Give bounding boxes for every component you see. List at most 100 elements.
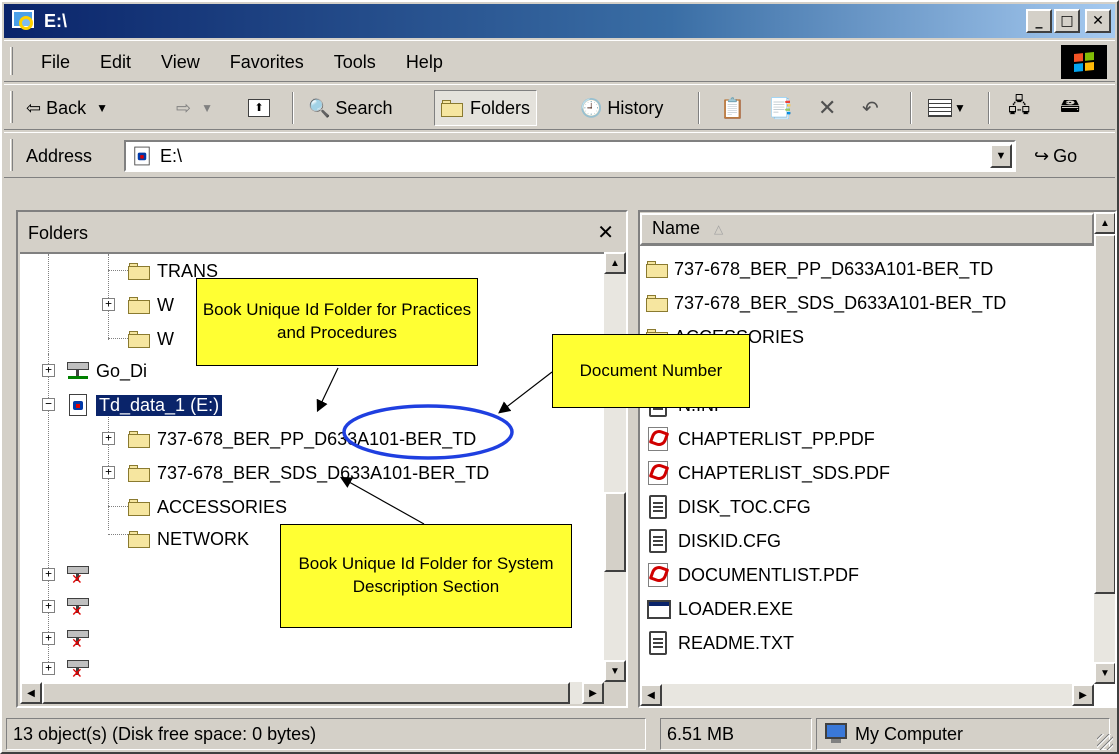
file-item[interactable]: DISK_TOC.CFG — [646, 490, 811, 524]
map-drive-button[interactable]: 🖧 — [1008, 85, 1030, 131]
forward-button[interactable]: ⇨ ▼ — [176, 85, 213, 131]
menu-help[interactable]: Help — [391, 52, 458, 73]
tree-item-disconnected-drive[interactable]: ✕ — [66, 654, 96, 682]
close-button[interactable]: ✕ — [1085, 9, 1111, 33]
undo-button[interactable]: ↶ — [862, 85, 879, 131]
file-list-pane: Name △ 737-678_BER_PP_D633A101-BER_TD 737… — [638, 210, 1117, 708]
expand-icon[interactable]: + — [102, 298, 115, 311]
tree-item-network[interactable]: NETWORK — [128, 524, 249, 554]
menu-favorites[interactable]: Favorites — [215, 52, 319, 73]
menu-view[interactable]: View — [146, 52, 215, 73]
folder-icon — [128, 530, 150, 548]
file-item[interactable]: DOCUMENTLIST.PDF — [646, 558, 859, 592]
tree-item-w1[interactable]: W — [128, 290, 174, 320]
map-drive-icon: 🖧 — [1008, 95, 1031, 117]
file-item[interactable]: 737-678_BER_PP_D633A101-BER_TD — [646, 252, 993, 286]
move-to-icon: 📋 — [720, 97, 745, 120]
go-button[interactable]: ↪ Go — [1034, 133, 1077, 179]
delete-button[interactable]: ✕ — [818, 85, 836, 131]
back-button[interactable]: ⇦ Back ▼ — [26, 85, 108, 131]
scroll-left-icon[interactable]: ◀ — [640, 684, 662, 706]
callout-sds-folder: Book Unique Id Folder for System Descrip… — [280, 524, 572, 628]
files-horizontal-scrollbar[interactable]: ◀ ▶ — [640, 684, 1094, 706]
scroll-right-icon[interactable]: ▶ — [582, 682, 604, 704]
close-folders-pane-icon[interactable]: ✕ — [597, 220, 614, 245]
expand-icon[interactable]: + — [102, 466, 115, 479]
expand-icon[interactable]: + — [102, 432, 115, 445]
file-item[interactable]: README.TXT — [646, 626, 794, 660]
tree-item-disconnected-drive[interactable]: ✕ — [66, 560, 96, 590]
back-label: Back — [46, 97, 87, 118]
move-to-button[interactable]: 📋 — [720, 85, 745, 131]
folders-horizontal-scrollbar[interactable]: ◀ ▶ — [20, 682, 604, 704]
file-item[interactable]: 737-678_BER_SDS_D633A101-BER_TD — [646, 286, 1006, 320]
folders-pane-title: Folders — [28, 222, 89, 243]
scroll-thumb[interactable] — [1094, 234, 1115, 594]
addressbar-grip[interactable] — [10, 139, 13, 171]
file-item[interactable]: DISKID.CFG — [646, 524, 781, 558]
disconnected-network-drive-icon: ✕ — [66, 628, 90, 650]
toolbar-separator — [292, 92, 294, 124]
scroll-left-icon[interactable]: ◀ — [20, 682, 42, 704]
menubar-grip[interactable] — [10, 47, 13, 75]
tree-item-label: Go_Di — [96, 360, 148, 381]
file-name: CHAPTERLIST_PP.PDF — [678, 428, 875, 449]
folders-pane-header: Folders ✕ — [20, 214, 626, 252]
expand-icon[interactable]: + — [42, 662, 55, 675]
file-item[interactable]: CHAPTERLIST_PP.PDF — [646, 422, 875, 456]
tree-item-sds-folder[interactable]: 737-678_BER_SDS_D633A101-BER_TD — [128, 458, 489, 488]
maximize-button[interactable]: □ — [1054, 9, 1080, 33]
collapse-icon[interactable]: − — [42, 398, 55, 411]
scroll-thumb[interactable] — [604, 492, 626, 572]
scroll-thumb[interactable] — [42, 682, 570, 704]
status-bar: 13 object(s) (Disk free space: 0 bytes) … — [4, 714, 1115, 752]
tree-line — [108, 506, 128, 507]
folders-vertical-scrollbar[interactable]: ▲ ▼ — [604, 252, 626, 682]
tree-item-pp-folder[interactable]: 737-678_BER_PP_D633A101-BER_TD — [128, 424, 476, 454]
scroll-down-icon[interactable]: ▼ — [1094, 662, 1115, 684]
tree-item-accessories[interactable]: ACCESSORIES — [128, 492, 287, 522]
file-item[interactable]: LOADER.EXE — [646, 592, 793, 626]
scroll-up-icon[interactable]: ▲ — [1094, 212, 1115, 234]
tree-item-go-di[interactable]: Go_Di — [66, 356, 147, 386]
history-button[interactable]: 🕘 History — [580, 85, 663, 131]
my-computer-icon — [823, 723, 849, 745]
go-label: Go — [1053, 145, 1078, 166]
files-vertical-scrollbar[interactable]: ▲ ▼ — [1094, 212, 1115, 684]
views-button[interactable]: ▼ — [928, 85, 966, 131]
resize-grip-icon[interactable] — [1097, 734, 1113, 750]
folders-label: Folders — [470, 97, 531, 118]
up-folder-button[interactable]: ⬆ — [248, 85, 270, 131]
file-item[interactable]: CHAPTERLIST_SDS.PDF — [646, 456, 890, 490]
disconnect-drive-button[interactable]: 🖴 — [1060, 85, 1080, 131]
tree-item-w2[interactable]: W — [128, 324, 174, 354]
expand-icon[interactable]: + — [42, 364, 55, 377]
exe-icon — [646, 597, 672, 621]
cd-drive-icon — [66, 394, 90, 416]
scroll-down-icon[interactable]: ▼ — [604, 660, 626, 682]
back-dropdown-icon[interactable]: ▼ — [96, 101, 108, 115]
expand-icon[interactable]: + — [42, 632, 55, 645]
file-name: 737-678_BER_PP_D633A101-BER_TD — [674, 258, 994, 279]
folders-button[interactable]: Folders — [434, 90, 538, 126]
menu-tools[interactable]: Tools — [319, 52, 391, 73]
address-dropdown-icon[interactable]: ▼ — [990, 144, 1012, 168]
copy-to-button[interactable]: 📑 — [768, 85, 793, 131]
tree-item-disconnected-drive[interactable]: ✕ — [66, 592, 96, 622]
tree-item-disconnected-drive[interactable]: ✕ — [66, 624, 96, 654]
menu-edit[interactable]: Edit — [85, 52, 146, 73]
search-button[interactable]: 🔍 Search — [308, 85, 392, 131]
toolbar-grip[interactable] — [10, 91, 13, 123]
title-bar[interactable]: E:\ _ □ ✕ — [4, 4, 1115, 38]
file-name: DISK_TOC.CFG — [678, 496, 811, 517]
disconnect-drive-icon: 🖴 — [1060, 95, 1081, 117]
scroll-up-icon[interactable]: ▲ — [604, 252, 626, 274]
expand-icon[interactable]: + — [42, 568, 55, 581]
expand-icon[interactable]: + — [42, 600, 55, 613]
name-column-header[interactable]: Name △ — [640, 212, 1094, 245]
menu-file[interactable]: File — [26, 52, 85, 73]
scroll-right-icon[interactable]: ▶ — [1072, 684, 1094, 706]
tree-item-td-data-1[interactable]: Td_data_1 (E:) — [66, 390, 224, 420]
address-input[interactable]: E:\ ▼ — [124, 140, 1016, 172]
minimize-button[interactable]: _ — [1026, 9, 1052, 33]
